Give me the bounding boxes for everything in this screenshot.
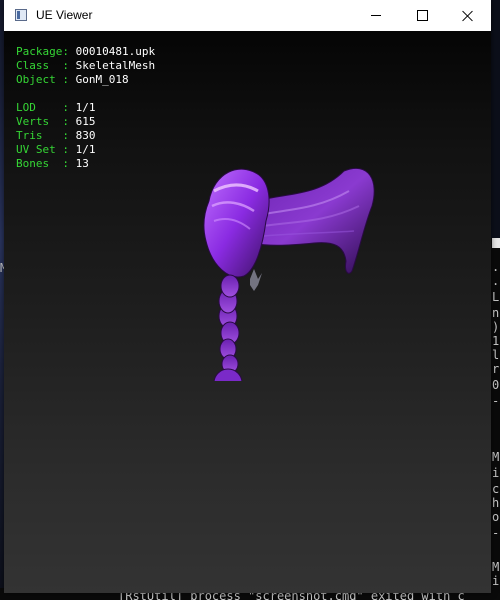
console-char: -	[492, 394, 500, 408]
console-char: )	[492, 320, 500, 334]
console-char: o	[492, 510, 500, 524]
console-char: .	[492, 260, 500, 274]
console-char: 0	[492, 378, 500, 392]
app-window-icon	[15, 9, 27, 21]
info-tris: Tris : 830	[16, 129, 96, 142]
info-bones: Bones : 13	[16, 157, 89, 170]
close-button[interactable]	[445, 0, 491, 31]
console-char: l	[492, 348, 500, 362]
window-title: UE Viewer	[36, 8, 93, 22]
console-char: i	[492, 574, 500, 588]
mesh-info-overlay: Package: 00010481.upk Class : SkeletalMe…	[16, 45, 155, 171]
close-icon	[462, 10, 474, 22]
console-char: -	[492, 526, 500, 540]
hair-mesh-model	[203, 168, 375, 381]
console-char: 1	[492, 334, 500, 348]
info-verts: Verts : 615	[16, 115, 96, 128]
info-object: Object : GonM_018	[16, 73, 129, 86]
info-lod: LOD : 1/1	[16, 101, 96, 114]
console-char: M	[492, 560, 500, 574]
info-class: Class : SkeletalMesh	[16, 59, 156, 72]
console-char: .	[492, 274, 500, 288]
maximize-button[interactable]	[399, 0, 445, 31]
console-char: r	[492, 362, 500, 376]
console-scrollbar-thumb	[492, 238, 500, 248]
maximize-icon	[416, 10, 428, 21]
console-char: c	[492, 482, 500, 496]
console-char: L	[492, 290, 500, 304]
console-char: h	[492, 496, 500, 510]
info-uvset: UV Set : 1/1	[16, 143, 96, 156]
minimize-icon	[371, 15, 381, 16]
console-char: i	[492, 466, 500, 480]
3d-viewport[interactable]: Package: 00010481.upk Class : SkeletalMe…	[4, 31, 491, 593]
console-char: M	[492, 450, 500, 464]
window-titlebar[interactable]: UE Viewer	[4, 0, 491, 31]
info-package: Package: 00010481.upk	[16, 45, 156, 58]
console-char: n	[492, 306, 500, 320]
minimize-button[interactable]	[353, 0, 399, 31]
